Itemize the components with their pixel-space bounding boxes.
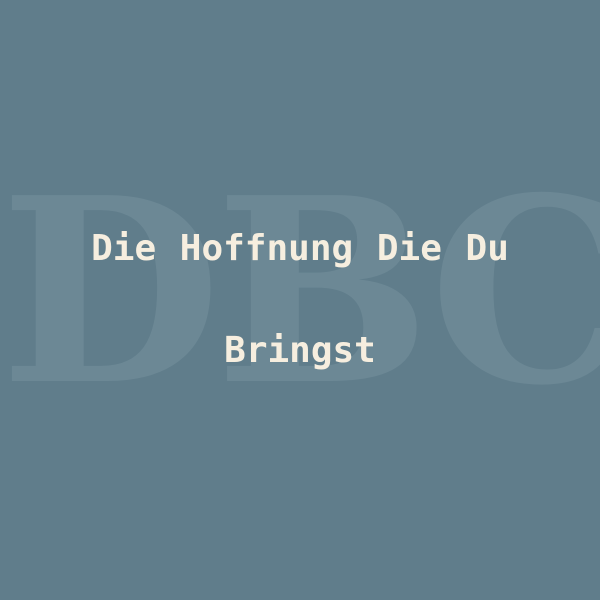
cover-canvas: DBC Die Hoffnung Die Du Bringst (0, 0, 600, 600)
cover-title: Die Hoffnung Die Du Bringst (40, 222, 560, 426)
title-line-1: Die Hoffnung Die Du (91, 228, 509, 269)
title-line-2: Bringst (224, 330, 376, 371)
